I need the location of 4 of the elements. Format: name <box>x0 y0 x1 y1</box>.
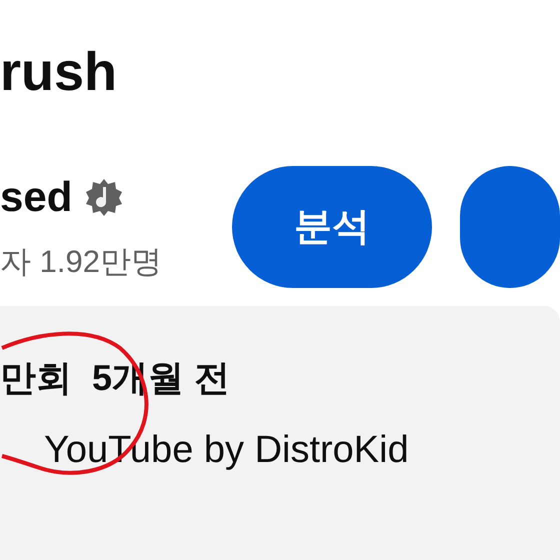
analytics-button[interactable]: 분석 <box>232 166 432 288</box>
subscriber-count: 자 1.92만명 <box>0 243 163 281</box>
video-title: rush <box>0 42 118 102</box>
channel-name[interactable]: sed <box>0 172 72 222</box>
